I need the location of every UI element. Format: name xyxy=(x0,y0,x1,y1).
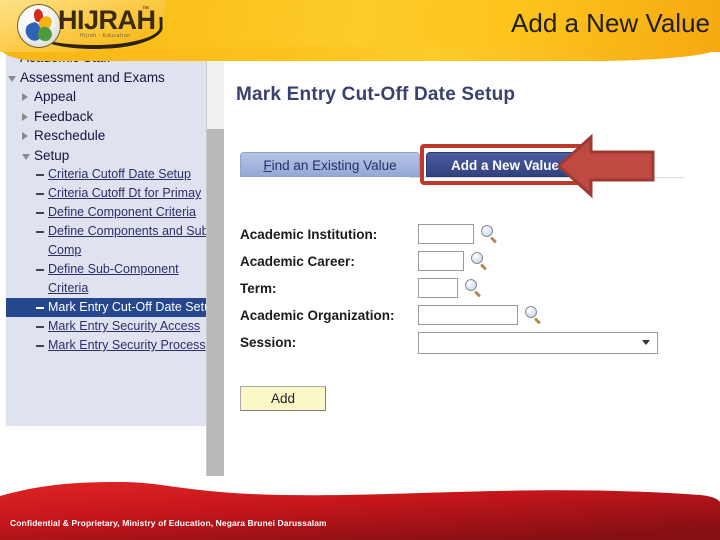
page-footer: Confidential & Proprietary, Ministry of … xyxy=(0,482,720,540)
sidebar-item-assessment-and-exams[interactable]: Assessment and Exams xyxy=(6,68,206,88)
form-row-academic-career: Academic Career: xyxy=(240,251,710,278)
field-label-academic-institution: Academic Institution: xyxy=(240,227,378,242)
dash-bullet-icon xyxy=(36,269,44,271)
main-content: Mark Entry Cut-Off Date Setup Find an Ex… xyxy=(224,46,720,496)
triangle-down-icon[interactable] xyxy=(8,75,16,82)
triangle-right-icon[interactable] xyxy=(22,112,28,121)
lookup-search-icon[interactable] xyxy=(524,306,543,325)
triangle-down-icon[interactable] xyxy=(22,153,30,160)
dash-bullet-icon xyxy=(36,231,44,233)
sidebar-item-label: Feedback xyxy=(34,108,94,124)
sidebar-item-label: Define Sub-Component Criteria xyxy=(48,262,179,295)
form-row-academic-organization: Academic Organization: xyxy=(240,305,710,332)
sidebar-item-feedback[interactable]: Feedback xyxy=(6,107,206,127)
slide-title: Add a New Value xyxy=(511,8,710,38)
add-button[interactable]: Add xyxy=(240,386,326,411)
footer-shape xyxy=(0,482,720,540)
lookup-search-icon[interactable] xyxy=(470,252,489,271)
sidebar-item-criteria-cutoff-dt-for-primay[interactable]: Criteria Cutoff Dt for Primay xyxy=(6,184,220,203)
field-input-academic-career[interactable] xyxy=(418,251,464,271)
sidebar-item-label: Appeal xyxy=(34,89,77,104)
logo-emblem-icon xyxy=(18,5,60,47)
sidebar-item-label: Define Components and Sub Comp xyxy=(48,224,209,257)
navigation-sidebar: Academic StaffAssessment and ExamsAppeal… xyxy=(0,46,224,496)
dash-bullet-icon xyxy=(36,307,44,309)
dash-bullet-icon xyxy=(36,174,44,176)
menu-list: Academic StaffAssessment and ExamsAppeal… xyxy=(6,46,220,355)
sidebar-item-define-sub-component-criteria[interactable]: Define Sub-Component Criteria xyxy=(6,260,220,298)
lookup-search-icon[interactable] xyxy=(480,225,499,244)
sidebar-item-mark-entry-cut-off-date-setup[interactable]: Mark Entry Cut-Off Date Setup xyxy=(6,298,220,317)
tab-find-an-existing-value[interactable]: Find an Existing Value xyxy=(240,152,420,177)
field-label-academic-organization: Academic Organization: xyxy=(240,308,395,323)
sidebar-item-appeal[interactable]: Appeal xyxy=(6,87,206,107)
lookup-search-icon[interactable] xyxy=(464,279,483,298)
dash-bullet-icon xyxy=(36,212,44,214)
sidebar-item-define-component-criteria[interactable]: Define Component Criteria xyxy=(6,203,220,222)
sidebar-item-label: Reschedule xyxy=(34,128,106,143)
dash-bullet-icon xyxy=(36,193,44,195)
sidebar-item-reschedule[interactable]: Reschedule xyxy=(6,126,206,146)
sidebar-item-criteria-cutoff-date-setup[interactable]: Criteria Cutoff Date Setup xyxy=(6,165,220,184)
add-new-value-form: Academic Institution: Academic Career: Ter… xyxy=(240,224,710,362)
sidebar-item-label: Mark Entry Cut-Off Date Setup xyxy=(48,300,218,314)
menu-panel: Academic StaffAssessment and ExamsAppeal… xyxy=(6,46,220,426)
logo-tagline: Hijrah · Education xyxy=(80,33,131,39)
field-select-session[interactable] xyxy=(418,332,658,354)
field-label-term: Term: xyxy=(240,281,277,296)
slide-canvas: Academic StaffAssessment and ExamsAppeal… xyxy=(0,0,720,540)
sidebar-item-label: Criteria Cutoff Dt for Primay xyxy=(48,186,202,200)
sidebar-item-label: Mark Entry Security Access xyxy=(48,319,201,333)
field-input-academic-organization[interactable] xyxy=(418,305,518,325)
sidebar-item-label: Criteria Cutoff Date Setup xyxy=(48,167,191,181)
dash-bullet-icon xyxy=(36,326,44,328)
dash-bullet-icon xyxy=(36,345,44,347)
annotation-arrow-left xyxy=(557,133,655,199)
triangle-right-icon[interactable] xyxy=(22,132,28,140)
scrollbar-thumb[interactable] xyxy=(207,129,224,476)
form-row-session: Session: xyxy=(240,332,710,362)
field-input-term[interactable] xyxy=(418,278,458,298)
tab-find-label-rest: ind an Existing Value xyxy=(271,158,397,173)
triangle-right-icon[interactable] xyxy=(22,93,28,101)
sidebar-item-mark-entry-security-process[interactable]: Mark Entry Security Process xyxy=(6,336,220,355)
hijrah-logo: HIJRAH ™ Hijrah · Education xyxy=(6,1,166,52)
field-label-academic-career: Academic Career: xyxy=(240,254,355,269)
logo-wordmark: HIJRAH xyxy=(58,5,156,35)
form-row-term: Term: xyxy=(240,278,710,305)
sidebar-item-setup[interactable]: Setup xyxy=(6,146,206,166)
footer-confidentiality-text: Confidential & Proprietary, Ministry of … xyxy=(10,518,327,528)
sidebar-item-label: Assessment and Exams xyxy=(20,69,165,85)
sidebar-item-label: Setup xyxy=(34,147,70,163)
logo-trademark: ™ xyxy=(142,6,149,13)
sidebar-item-mark-entry-security-access[interactable]: Mark Entry Security Access xyxy=(6,317,220,336)
form-row-academic-institution: Academic Institution: xyxy=(240,224,710,251)
sidebar-item-label: Define Component Criteria xyxy=(48,205,196,219)
field-input-academic-institution[interactable] xyxy=(418,224,474,244)
sidebar-scrollbar[interactable] xyxy=(206,46,224,476)
sidebar-item-label: Mark Entry Security Process xyxy=(48,338,206,352)
page-title: Mark Entry Cut-Off Date Setup xyxy=(236,84,516,105)
field-label-session: Session: xyxy=(240,335,297,350)
tab-find-accesskey: F xyxy=(263,158,272,173)
sidebar-item-define-components-and-sub-comp[interactable]: Define Components and Sub Comp xyxy=(6,222,220,260)
